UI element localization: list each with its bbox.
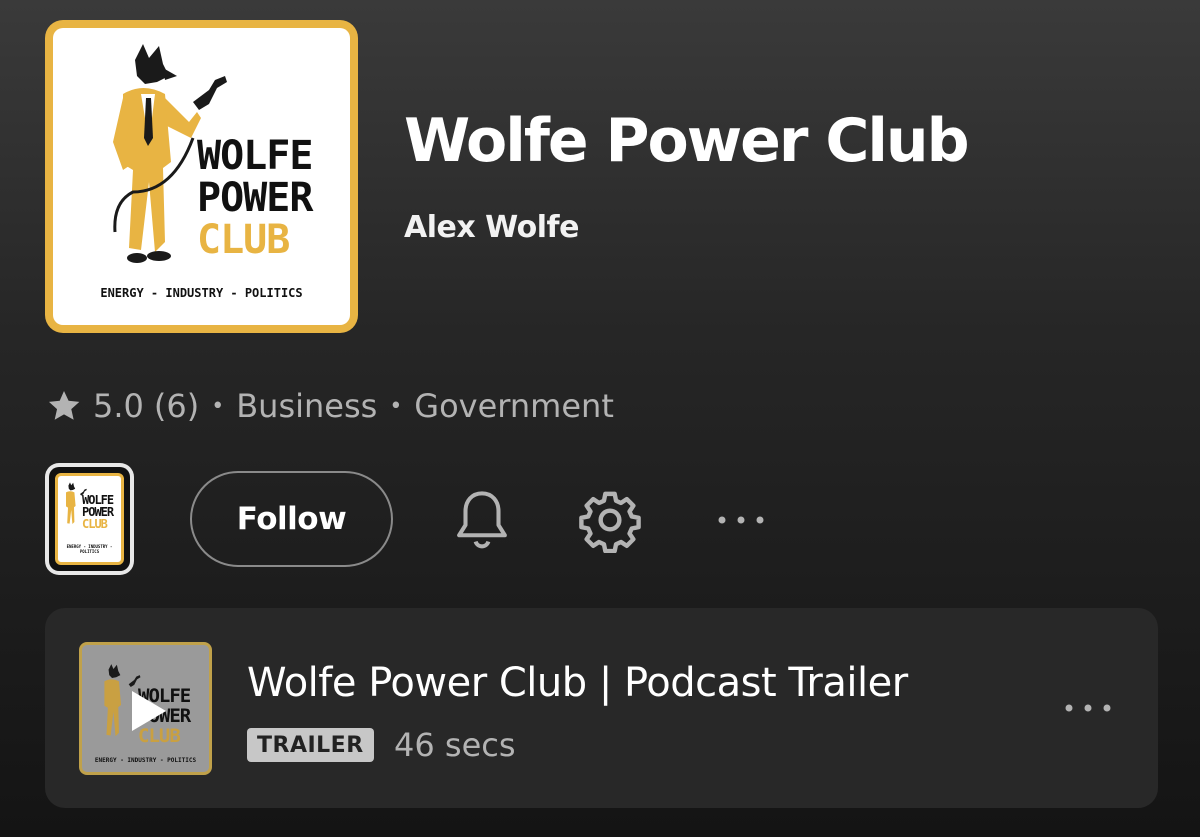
episode-more-button[interactable] bbox=[1063, 696, 1123, 720]
cover-logo-line1: WOLFE bbox=[197, 133, 313, 179]
episode-artwork[interactable]: WOLFE POWER CLUB ENERGY - INDUSTRY - POL… bbox=[79, 642, 212, 775]
podcast-title: Wolfe Power Club bbox=[404, 106, 970, 176]
category-government[interactable]: Government bbox=[414, 387, 614, 425]
more-options-button[interactable] bbox=[710, 500, 772, 540]
separator-dot: • bbox=[389, 393, 403, 419]
more-icon bbox=[718, 516, 764, 524]
thumb-logo-line3: CLUB bbox=[82, 517, 108, 531]
gear-icon bbox=[579, 491, 641, 553]
cover-thumbnail-button[interactable]: WOLFE POWER CLUB ENERGY - INDUSTRY - POL… bbox=[45, 463, 134, 575]
episode-tagline: ENERGY - INDUSTRY - POLITICS bbox=[94, 757, 197, 764]
play-icon[interactable] bbox=[126, 687, 170, 735]
trailer-badge: TRAILER bbox=[247, 728, 374, 762]
follow-button[interactable]: Follow bbox=[190, 471, 393, 567]
settings-button[interactable] bbox=[574, 484, 646, 556]
notifications-button[interactable] bbox=[446, 484, 518, 556]
category-business[interactable]: Business bbox=[236, 387, 377, 425]
cover-logo-line3: CLUB bbox=[197, 217, 290, 263]
rating-value: 5.0 bbox=[93, 387, 144, 425]
episode-card[interactable]: WOLFE POWER CLUB ENERGY - INDUSTRY - POL… bbox=[45, 608, 1158, 808]
rating-count: (6) bbox=[153, 387, 200, 425]
separator-dot: • bbox=[211, 393, 225, 419]
podcast-author[interactable]: Alex Wolfe bbox=[404, 210, 579, 245]
more-icon bbox=[1065, 704, 1111, 712]
cover-logo-line2: POWER bbox=[197, 175, 313, 221]
episode-duration: 46 secs bbox=[394, 726, 516, 764]
star-icon bbox=[48, 390, 80, 420]
podcast-meta-row: 5.0 (6) • Business • Government bbox=[45, 384, 614, 428]
podcast-cover-art: WOLFE POWER CLUB ENERGY - INDUSTRY - POL… bbox=[45, 20, 358, 333]
bell-icon bbox=[457, 491, 507, 549]
cover-tagline: ENERGY - INDUSTRY - POLITICS bbox=[100, 286, 303, 300]
episode-title[interactable]: Wolfe Power Club | Podcast Trailer bbox=[247, 660, 908, 706]
thumb-tagline: ENERGY - INDUSTRY - POLITICS bbox=[66, 544, 113, 554]
